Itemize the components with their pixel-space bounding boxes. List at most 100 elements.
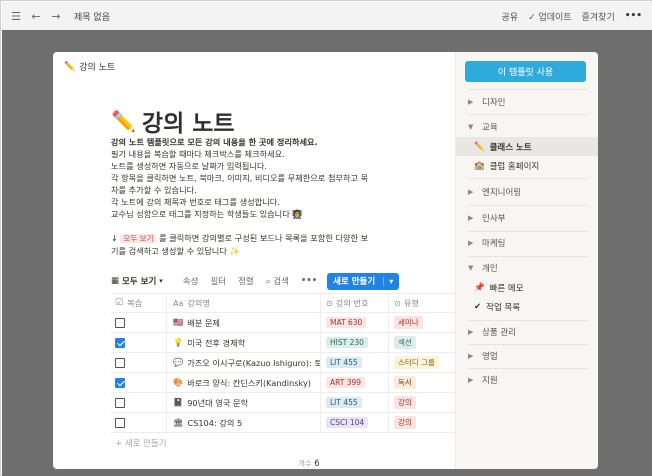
type-cell[interactable]: 강의 bbox=[389, 413, 455, 432]
triangle-down-icon: ▼ bbox=[468, 264, 474, 272]
check-icon: ✓ bbox=[528, 12, 536, 23]
code-cell[interactable]: LIT 455 bbox=[321, 353, 389, 372]
updates-label: 업데이트 bbox=[538, 12, 572, 23]
chevron-down-icon[interactable]: ▾ bbox=[383, 276, 393, 286]
review-checkbox[interactable] bbox=[115, 317, 125, 328]
flag-icon: 🇺🇸 bbox=[173, 317, 184, 327]
description-line: 각 노트에 강의 제목과 번호로 태그를 생성합니다. bbox=[111, 197, 280, 207]
type-cell[interactable]: 독서 bbox=[389, 373, 455, 392]
row-count: 개수 6 bbox=[298, 458, 320, 469]
favorite-button[interactable]: 즐겨찾기 bbox=[582, 10, 615, 23]
view-selector[interactable]: ▦ 모두 보기 ▾ bbox=[111, 275, 163, 287]
category-design[interactable]: ▶ 디자인 bbox=[456, 92, 598, 112]
code-cell[interactable]: CSCI 104 bbox=[321, 413, 389, 432]
category-marketing[interactable]: ▶ 마케팅 bbox=[456, 233, 598, 253]
category-label: 상품 관리 bbox=[482, 328, 516, 338]
sort-button[interactable]: 정렬 bbox=[238, 275, 254, 287]
checkmark-icon: ✔ bbox=[474, 301, 482, 312]
name-cell[interactable]: 💡 미국 전후 경제학 bbox=[167, 333, 321, 352]
pencil-icon: ✏️ bbox=[474, 141, 485, 152]
type-cell[interactable]: 스터디 그룹 bbox=[389, 353, 455, 372]
description-line: 노트를 생성하면 자동으로 날짜가 입력됩니다. bbox=[111, 161, 268, 171]
type-tag: 세미나 bbox=[394, 316, 423, 329]
code-cell[interactable]: MAT 630 bbox=[321, 313, 389, 332]
type-cell[interactable]: 강의 bbox=[389, 393, 455, 412]
pencil-icon: ✏️ bbox=[111, 109, 136, 133]
category-label: 지원 bbox=[482, 376, 498, 386]
type-cell[interactable]: 섹션 bbox=[389, 333, 455, 352]
category-label: 인사부 bbox=[482, 214, 506, 224]
menu-icon[interactable]: ☰ bbox=[8, 10, 24, 23]
database-table: ☑ 복습 Aa 강의명 ⊙ 강의 번호 ⊙ 유형 🇺🇸 배분 문제 MAT 630 세미나… bbox=[111, 293, 455, 453]
template-item-task-list[interactable]: ✔ 작업 목록 bbox=[456, 297, 598, 316]
review-checkbox[interactable] bbox=[115, 417, 125, 428]
share-button[interactable]: 공유 bbox=[502, 10, 519, 23]
header-type[interactable]: ⊙ 유형 bbox=[389, 294, 455, 312]
category-label: 영업 bbox=[482, 352, 498, 362]
name-cell[interactable]: 📓 90년대 영국 문학 bbox=[167, 393, 321, 412]
type-cell[interactable]: 세미나 bbox=[389, 313, 455, 332]
divider bbox=[468, 368, 588, 369]
category-label: 디자인 bbox=[482, 98, 506, 108]
name-cell[interactable]: 🏛 CS104: 강의 5 bbox=[167, 413, 321, 432]
review-checkbox[interactable] bbox=[115, 357, 125, 368]
category-personal[interactable]: ▼ 개인 📌 빠른 메모 ✔ 작업 목록 bbox=[456, 258, 598, 316]
name-cell[interactable]: 🎨 바로크 양식: 칸딘스키(Kandinsky) bbox=[167, 373, 321, 392]
use-template-button[interactable]: 이 템플릿 사용 bbox=[465, 61, 586, 82]
category-label: 마케팅 bbox=[482, 239, 506, 249]
category-product[interactable]: ▶ 상품 관리 bbox=[456, 322, 598, 342]
page-breadcrumb[interactable]: 제목 없음 bbox=[74, 10, 110, 23]
pin-icon: 📌 bbox=[474, 282, 485, 293]
search-button[interactable]: ⌕ 검색 bbox=[266, 275, 289, 287]
property-button[interactable]: 속성 bbox=[183, 275, 199, 287]
lecture-name: 배분 문제 bbox=[187, 317, 220, 328]
code-tag: CSCI 104 bbox=[326, 417, 369, 428]
name-cell[interactable]: 💬 가즈오 이시구로(Kazuo Ishiguro): 토 bbox=[167, 353, 321, 372]
template-item-class-notes[interactable]: ✏️ 클래스 노트 bbox=[456, 137, 598, 156]
add-row-button[interactable]: + 새로 만들기 bbox=[111, 433, 455, 453]
building-icon: 🏛 bbox=[173, 417, 184, 427]
table-row[interactable]: 🏛 CS104: 강의 5 CSCI 104 강의 bbox=[111, 413, 455, 433]
category-sales[interactable]: ▶ 영업 bbox=[456, 346, 598, 366]
header-code[interactable]: ⊙ 강의 번호 bbox=[321, 294, 389, 312]
code-cell[interactable]: LIT 455 bbox=[321, 393, 389, 412]
category-engineering[interactable]: ▶ 엔지니어링 bbox=[456, 182, 598, 202]
table-row[interactable]: 💡 미국 전후 경제학 HIST 230 섹션 bbox=[111, 333, 455, 353]
forward-arrow-icon[interactable]: → bbox=[48, 10, 64, 23]
template-item-club-homepage[interactable]: 🏫 클럽 홈페이지 bbox=[456, 156, 598, 175]
review-checkbox[interactable] bbox=[115, 377, 125, 388]
palette-icon: 🎨 bbox=[173, 377, 184, 387]
back-arrow-icon[interactable]: ← bbox=[28, 10, 44, 23]
page-title-text: 강의 노트 bbox=[141, 111, 235, 137]
template-item-quick-memo[interactable]: 📌 빠른 메모 bbox=[456, 278, 598, 297]
header-name[interactable]: Aa 강의명 bbox=[167, 294, 321, 312]
lecture-name: 미국 전후 경제학 bbox=[187, 337, 246, 348]
modal-breadcrumb-label: 강의 노트 bbox=[79, 63, 116, 73]
category-support[interactable]: ▶ 지원 bbox=[456, 370, 598, 390]
code-cell[interactable]: HIST 230 bbox=[321, 333, 389, 352]
template-preview: ✏️ 강의 노트 ✏️ 강의 노트 강의 노트 템플릿으로 모든 강의 내용을 … bbox=[53, 52, 455, 469]
top-bar: ☰ ← → 제목 없음 공유 ✓ 업데이트 즐겨찾기 ••• bbox=[2, 2, 652, 30]
code-cell[interactable]: ART 399 bbox=[321, 373, 389, 392]
table-row[interactable]: 🇺🇸 배분 문제 MAT 630 세미나 bbox=[111, 313, 455, 333]
more-options-button[interactable]: ••• bbox=[301, 276, 317, 286]
table-row[interactable]: 🎨 바로크 양식: 칸딘스키(Kandinsky) ART 399 독서 bbox=[111, 373, 455, 393]
review-checkbox[interactable] bbox=[115, 397, 125, 408]
updates-button[interactable]: ✓ 업데이트 bbox=[528, 10, 572, 23]
more-button[interactable]: ••• bbox=[625, 11, 642, 21]
category-education[interactable]: ▼ 교육 ✏️ 클래스 노트 🏫 클럽 홈페이지 bbox=[456, 117, 598, 175]
filter-button[interactable]: 필터 bbox=[210, 275, 226, 287]
description-line: 필기 내용을 복습할 때마다 체크박스를 체크하세요. bbox=[111, 149, 285, 159]
new-button[interactable]: 새로 만들기 ▾ bbox=[327, 272, 400, 290]
divider bbox=[468, 178, 588, 179]
review-checkbox[interactable] bbox=[115, 337, 125, 348]
table-row[interactable]: 💬 가즈오 이시구로(Kazuo Ishiguro): 토 LIT 455 스터디… bbox=[111, 353, 455, 373]
name-cell[interactable]: 🇺🇸 배분 문제 bbox=[167, 313, 321, 332]
type-tag: 스터디 그룹 bbox=[394, 356, 439, 369]
category-hr[interactable]: ▶ 인사부 bbox=[456, 208, 598, 228]
table-row[interactable]: 📓 90년대 영국 문학 LIT 455 강의 bbox=[111, 393, 455, 413]
search-icon: ⌕ bbox=[265, 277, 271, 287]
template-sidebar: 이 템플릿 사용 ▶ 디자인 ▼ 교육 ✏️ 클래스 노트 🏫 클럽 홈페이지 ▶ 엔지니… bbox=[455, 52, 598, 469]
header-review[interactable]: ☑ 복습 bbox=[111, 294, 167, 312]
type-tag: 섹션 bbox=[394, 336, 416, 349]
